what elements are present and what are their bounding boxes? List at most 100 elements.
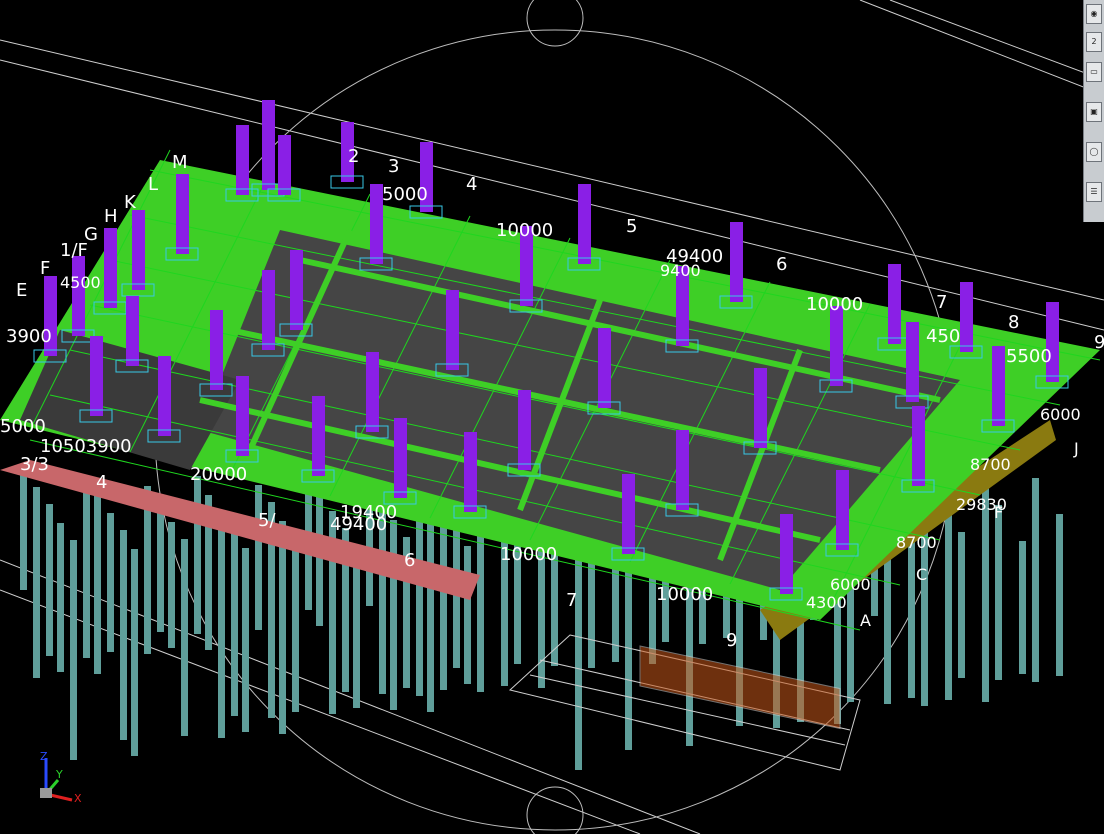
orbit-icon[interactable]: ◯ (1086, 142, 1102, 162)
column (262, 100, 275, 190)
pile (390, 520, 397, 710)
pile (131, 549, 138, 756)
pile (316, 494, 323, 626)
tool-button-2-label: 2 (1091, 37, 1097, 46)
column (236, 125, 249, 195)
dimension-value: 8700 (896, 533, 937, 552)
column (960, 282, 973, 352)
column (446, 290, 459, 370)
dimension-value: 4300 (806, 593, 847, 612)
grid-axis-label: E (16, 280, 27, 301)
column (578, 184, 591, 264)
dimension-value: 10000 (806, 294, 863, 315)
grid-axis-label: 1/F (60, 240, 88, 261)
grid-axis-label: 7 (566, 590, 577, 611)
column (622, 474, 635, 554)
pile (157, 503, 164, 632)
steering-wheel-icon[interactable]: ☰ (1086, 182, 1102, 202)
dimension-value: 6000 (830, 575, 871, 594)
grid-axis-label: J (1073, 439, 1079, 458)
dimension-value: 6000 (1040, 405, 1081, 424)
dimension-value: 8700 (970, 455, 1011, 474)
pile (453, 527, 460, 668)
column (598, 328, 611, 408)
dimension-value: 20000 (190, 464, 247, 485)
pile (427, 493, 434, 712)
pile (181, 539, 188, 736)
column (912, 406, 925, 486)
grid-axis-label: 5/ (258, 510, 276, 531)
pile (995, 505, 1002, 680)
pile (107, 513, 114, 652)
zoom-icon[interactable]: ◉ (1086, 4, 1102, 24)
view-tool-panel: ◉ 2 ▭ ▣ ◯ ☰ (1083, 0, 1104, 222)
dimension-value: 9400 (660, 261, 701, 280)
grid-axis-label: 4 (466, 174, 477, 195)
column (676, 430, 689, 510)
model-viewport[interactable]: 2 3456789MLKHG1/FFEJFCA3/345/679100004940… (0, 0, 1104, 834)
column (906, 322, 919, 402)
ucs-x-label: X (74, 792, 82, 804)
column (312, 396, 325, 476)
pile (1032, 478, 1039, 682)
ucs-z-label: Z (40, 750, 48, 763)
column (366, 352, 379, 432)
column (394, 418, 407, 498)
pile (46, 504, 53, 656)
column (132, 210, 145, 290)
grid-axis-label: M (172, 152, 188, 173)
column (176, 174, 189, 254)
dimension-value: 10000 (496, 220, 553, 241)
grid-axis-label: 2 (348, 146, 359, 167)
grid-axis-label: 9 (726, 630, 737, 651)
grid-axis-label: 6 (776, 254, 787, 275)
dimension-value: 29830 (956, 495, 1007, 514)
grid-axis-label: F (40, 258, 50, 279)
grid-axis-label: H (104, 206, 118, 227)
grid-axis-label: K (124, 192, 137, 213)
pile (20, 470, 27, 590)
dimension-value: 5000 (0, 416, 46, 437)
column (126, 296, 139, 366)
dimension-value: 5500 (1006, 346, 1052, 367)
pile (242, 548, 249, 732)
tool-button-2[interactable]: 2 (1086, 32, 1102, 52)
pile (464, 546, 471, 684)
pile (908, 542, 915, 698)
column (992, 346, 1005, 426)
grid-axis-label: 7 (936, 292, 947, 313)
pile (440, 510, 447, 690)
ucs-icon: Z Y X (36, 750, 88, 805)
pile (94, 496, 101, 674)
column (1046, 302, 1059, 382)
view-cube-icon[interactable]: ▣ (1086, 102, 1102, 122)
grid-axis-label: 4 (96, 472, 107, 493)
column (262, 270, 275, 350)
grid-axis-label: 5 (626, 216, 637, 237)
pile (353, 547, 360, 708)
grid-axis-label: C (916, 565, 927, 584)
pile (945, 515, 952, 700)
pile (168, 522, 175, 648)
dimension-value: 450 (926, 326, 960, 347)
pile (120, 530, 127, 740)
column (90, 336, 103, 416)
view-box-icon[interactable]: ▭ (1086, 62, 1102, 82)
pile (231, 529, 238, 716)
column (780, 514, 793, 594)
column (210, 310, 223, 390)
pile (255, 485, 262, 630)
pile (83, 477, 90, 658)
column (888, 264, 901, 344)
column (836, 470, 849, 550)
pile (982, 488, 989, 702)
dimension-value: 3900 (6, 326, 52, 347)
grid-axis-label: 3 (388, 156, 399, 177)
grid-axis-label: L (148, 174, 158, 195)
grid-axis-label: 8 (1008, 312, 1019, 333)
dimension-value: 10000 (656, 584, 713, 605)
column (518, 390, 531, 470)
grid-axis-label: 6 (404, 550, 415, 571)
grid-axis-label: 3/3 (20, 454, 49, 475)
pile (70, 540, 77, 760)
